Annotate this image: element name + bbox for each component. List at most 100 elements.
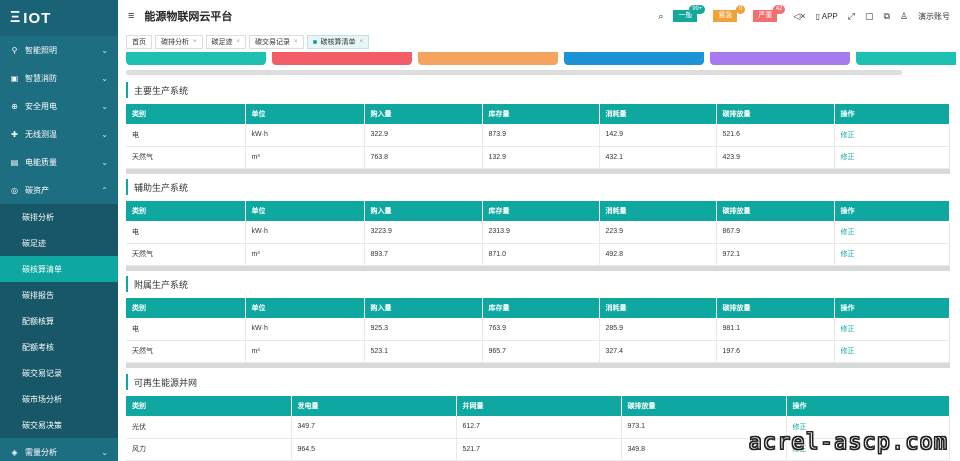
- alert-label: 紧急: [718, 12, 733, 19]
- fullscreen-icon[interactable]: ⤢: [848, 11, 855, 22]
- app-button[interactable]: ▯ APP: [816, 12, 838, 21]
- sub-item-label: 碳排报告: [22, 290, 54, 300]
- tab-carbon-accounting[interactable]: 碳核算清单 ×: [306, 35, 370, 49]
- horizontal-scrollbar[interactable]: [126, 70, 902, 75]
- alert-general-button[interactable]: 一般 99+: [673, 5, 706, 22]
- sound-off-icon[interactable]: ◁×: [793, 11, 805, 22]
- sidebar-item-electrical-safety[interactable]: ⊕ 安全用电 ⌄: [0, 92, 118, 120]
- shirt-icon[interactable]: ♙: [900, 11, 908, 22]
- column-header: 操作: [834, 298, 950, 318]
- alert-count-badge: 0: [736, 5, 746, 14]
- alert-count-badge: 99+: [689, 5, 706, 14]
- table-cell: 612.7: [456, 416, 622, 439]
- phone-icon: ▯: [815, 11, 820, 21]
- tab-carbon-footprint[interactable]: 碳足迹 ×: [205, 35, 247, 49]
- alert-label: 严重: [758, 12, 773, 19]
- column-header: 并网量: [456, 396, 622, 416]
- sub-item-carbon-footprint[interactable]: 碳足迹: [0, 230, 118, 256]
- column-header: 碳排放量: [716, 298, 835, 318]
- sub-item-carbon-report[interactable]: 碳排报告: [0, 282, 118, 308]
- section-auxiliary-production: 辅助生产系统 类别 单位 购入量 库存量 消耗量 碳排放量 操作 电 kW·h …: [126, 179, 950, 271]
- sidebar-item-carbon-assets[interactable]: ◎ 碳资产 ⌃: [0, 176, 118, 204]
- search-icon[interactable]: ⌕: [658, 11, 663, 22]
- windows-icon[interactable]: ⧉: [883, 11, 889, 22]
- sub-item-label: 碳核算清单: [22, 264, 62, 274]
- column-header: 购入量: [364, 201, 483, 221]
- edit-link[interactable]: 修正: [834, 124, 950, 147]
- sub-item-market-analysis[interactable]: 碳市场分析: [0, 386, 118, 412]
- sub-item-trade-decision[interactable]: 碳交易决策: [0, 412, 118, 438]
- table-scrollbar[interactable]: [126, 362, 950, 368]
- sidebar-item-smart-fire[interactable]: ▣ 智慧消防 ⌄: [0, 64, 118, 92]
- sidebar-item-smart-lighting[interactable]: ⚲ 智能照明 ⌄: [0, 36, 118, 64]
- tab-label: 碳排分析: [161, 39, 189, 46]
- table-cell: 763.8: [364, 146, 483, 169]
- table-cell: 763.9: [482, 318, 600, 341]
- logo-text: IOT: [23, 9, 52, 27]
- edit-link[interactable]: 修正: [834, 340, 950, 363]
- table-cell: 972.1: [716, 243, 835, 266]
- table-cell: 2313.9: [482, 221, 600, 244]
- close-icon[interactable]: ×: [360, 39, 364, 45]
- edit-link[interactable]: 修正: [834, 243, 950, 266]
- table-cell: 电: [126, 318, 246, 341]
- message-icon[interactable]: ▢: [865, 11, 874, 22]
- sub-item-label: 碳足迹: [22, 238, 46, 248]
- sub-item-trade-records[interactable]: 碳交易记录: [0, 360, 118, 386]
- sidebar-item-power-quality[interactable]: ▤ 电能质量 ⌄: [0, 148, 118, 176]
- table-cell: 965.7: [482, 340, 600, 363]
- active-dot-icon: [312, 40, 317, 44]
- tab-home[interactable]: 首页: [126, 35, 152, 49]
- tab-carbon-analysis[interactable]: 碳排分析 ×: [155, 35, 203, 49]
- column-header: 类别: [126, 104, 246, 124]
- edit-link[interactable]: 修正: [834, 221, 950, 244]
- carbon-submenu: 碳排分析 碳足迹 碳核算清单 碳排报告 配额核算 配额考核 碳交易记录 碳市场分…: [0, 204, 118, 438]
- edit-link[interactable]: 修正: [834, 146, 950, 169]
- user-account[interactable]: 演示账号: [918, 11, 950, 22]
- sub-item-label: 配额考核: [22, 342, 54, 352]
- sidebar-item-label: 无线测温: [25, 129, 57, 139]
- summary-card: [710, 52, 850, 65]
- app-label: APP: [821, 11, 838, 21]
- table-scrollbar[interactable]: [126, 168, 950, 174]
- tab-trade-records[interactable]: 碳交易记录 ×: [249, 35, 304, 49]
- edit-link[interactable]: 修正: [834, 318, 950, 341]
- alert-severe-button[interactable]: 严重 42: [753, 5, 786, 22]
- table-cell: kW·h: [245, 221, 365, 244]
- sub-item-label: 碳交易决策: [22, 420, 62, 430]
- sub-item-label: 碳市场分析: [22, 394, 62, 404]
- close-icon[interactable]: ×: [237, 39, 241, 45]
- section-main-production: 主要生产系统 类别 单位 购入量 库存量 消耗量 碳排放量 操作 电 kW·h …: [126, 82, 950, 174]
- sub-item-quota-accounting[interactable]: 配额核算: [0, 308, 118, 334]
- table-cell: 523.1: [364, 340, 483, 363]
- sub-item-carbon-analysis[interactable]: 碳排分析: [0, 204, 118, 230]
- column-header: 单位: [245, 298, 365, 318]
- menu-toggle-icon[interactable]: ≡: [128, 10, 134, 22]
- sub-item-carbon-accounting[interactable]: 碳核算清单: [0, 256, 118, 282]
- sub-item-quota-assessment[interactable]: 配额考核: [0, 334, 118, 360]
- table-cell: 天然气: [126, 340, 246, 363]
- sidebar-item-wireless-temp[interactable]: ✚ 无线测温 ⌄: [0, 120, 118, 148]
- section-ancillary-production: 附属生产系统 类别 单位 购入量 库存量 消耗量 碳排放量 操作 电 kW·h …: [126, 276, 950, 368]
- table-cell: 142.9: [599, 124, 717, 147]
- close-icon[interactable]: ×: [294, 39, 298, 45]
- column-header: 购入量: [364, 298, 483, 318]
- close-icon[interactable]: ×: [193, 39, 197, 45]
- table-scrollbar[interactable]: [126, 265, 950, 271]
- sidebar-item-demand-analysis[interactable]: ◈ 需量分析 ⌄: [0, 438, 118, 461]
- table-cell: 电: [126, 124, 246, 147]
- page-title: 能源物联网云平台: [144, 11, 233, 23]
- table-cell: kW·h: [245, 318, 365, 341]
- chevron-down-icon: ⌄: [101, 101, 108, 111]
- sub-item-label: 配额核算: [22, 316, 54, 326]
- table-cell: 492.8: [599, 243, 717, 266]
- summary-cards: [126, 52, 956, 65]
- column-header: 库存量: [482, 298, 600, 318]
- alert-urgent-button[interactable]: 紧急 0: [713, 5, 746, 22]
- table-header-row: 类别 单位 购入量 库存量 消耗量 碳排放量 操作: [126, 104, 950, 124]
- table-cell: 893.7: [364, 243, 483, 266]
- data-table: 类别 单位 购入量 库存量 消耗量 碳排放量 操作 电 kW·h 3223.9 …: [126, 201, 950, 266]
- main-content: 主要生产系统 类别 单位 购入量 库存量 消耗量 碳排放量 操作 电 kW·h …: [122, 52, 956, 461]
- table-cell: 867.9: [716, 221, 835, 244]
- table-cell: m³: [245, 243, 365, 266]
